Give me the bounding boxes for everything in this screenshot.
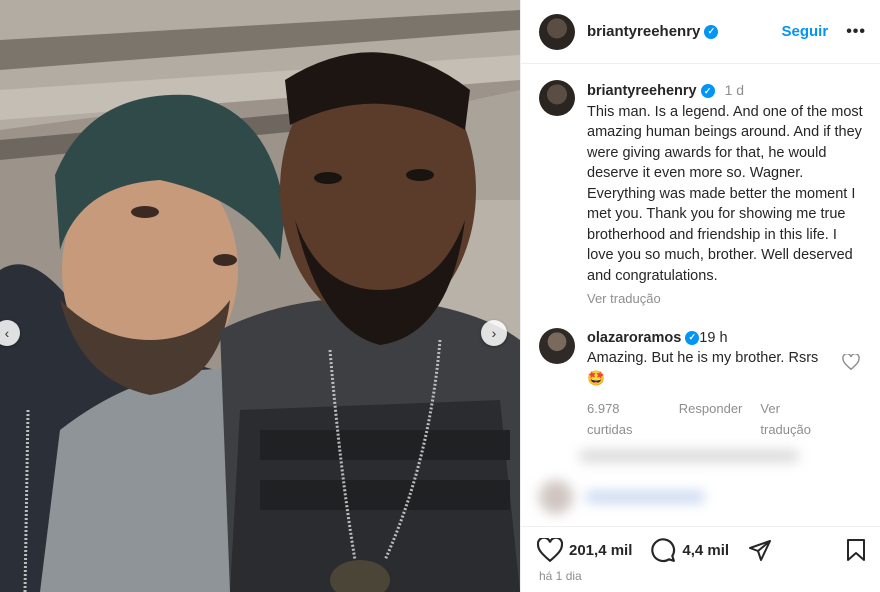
comment-actions: 6.978 curtidas Responder Ver tradução — [587, 399, 827, 440]
verified-badge-icon: ✓ — [700, 84, 715, 99]
caption-text: This man. Is a legend. And one of the mo… — [587, 103, 863, 284]
verified-badge-icon: ✓ — [704, 24, 719, 39]
comment-likes-count[interactable]: 6.978 curtidas — [587, 399, 661, 440]
next-photo-button[interactable]: › — [481, 320, 507, 346]
more-options-icon[interactable]: ••• — [846, 23, 866, 41]
comment-translate-link[interactable]: Ver tradução — [760, 399, 827, 440]
comment-username[interactable]: olazaroramos — [587, 330, 681, 346]
comment-icon — [651, 538, 676, 563]
comment-item: olazaroramos ✓ 19 h Amazing. But he is my … — [521, 310, 880, 441]
post-side-panel: briantyreehenry ✓ Seguir ••• briantyreeh… — [520, 0, 880, 592]
post-caption: briantyreehenry ✓ 1 d This man. Is a legen… — [521, 64, 880, 310]
caption-timestamp[interactable]: 1 d — [725, 82, 744, 98]
author-avatar[interactable] — [539, 13, 575, 50]
blurred-comments — [521, 438, 880, 526]
comment-reply-button[interactable]: Responder — [679, 399, 743, 440]
comment-timestamp[interactable]: 19 h — [699, 330, 727, 346]
comment-text: Amazing. But he is my brother. Rsrs 🤩 — [587, 350, 819, 387]
heart-icon[interactable] — [842, 353, 860, 370]
commenter-avatar[interactable] — [539, 327, 575, 364]
save-button[interactable] — [845, 538, 867, 562]
verified-badge-icon: ✓ — [685, 330, 700, 345]
like-button[interactable] — [537, 538, 563, 562]
photo-illustration — [0, 0, 520, 592]
caption-username[interactable]: briantyreehenry — [587, 83, 697, 99]
caption-author-avatar[interactable] — [539, 80, 575, 116]
like-count[interactable]: 201,4 mil — [569, 542, 632, 559]
follow-button[interactable]: Seguir — [782, 23, 829, 40]
author-username[interactable]: briantyreehenry — [587, 23, 700, 40]
caption-translate-link[interactable]: Ver tradução — [587, 289, 866, 310]
bookmark-icon — [847, 539, 865, 561]
post-footer: 201,4 mil 4,4 mil há 1 dia — [521, 526, 880, 592]
comment-body: olazaroramos ✓ 19 h Amazing. But he is my … — [587, 328, 827, 441]
heart-icon — [537, 538, 563, 562]
chevron-right-icon: › — [491, 325, 497, 341]
post-header: briantyreehenry ✓ Seguir ••• — [521, 0, 880, 64]
post-photo: ‹ › — [0, 0, 520, 592]
comment-count[interactable]: 4,4 mil — [682, 542, 729, 559]
comment-button[interactable] — [650, 537, 676, 563]
action-bar: 201,4 mil 4,4 mil — [521, 527, 880, 565]
share-icon — [749, 540, 772, 561]
post-time-ago[interactable]: há 1 dia — [521, 569, 880, 583]
chevron-left-icon: ‹ — [4, 325, 10, 341]
share-button[interactable] — [747, 538, 773, 562]
caption-body: briantyreehenry ✓ 1 d This man. Is a legen… — [587, 80, 866, 310]
